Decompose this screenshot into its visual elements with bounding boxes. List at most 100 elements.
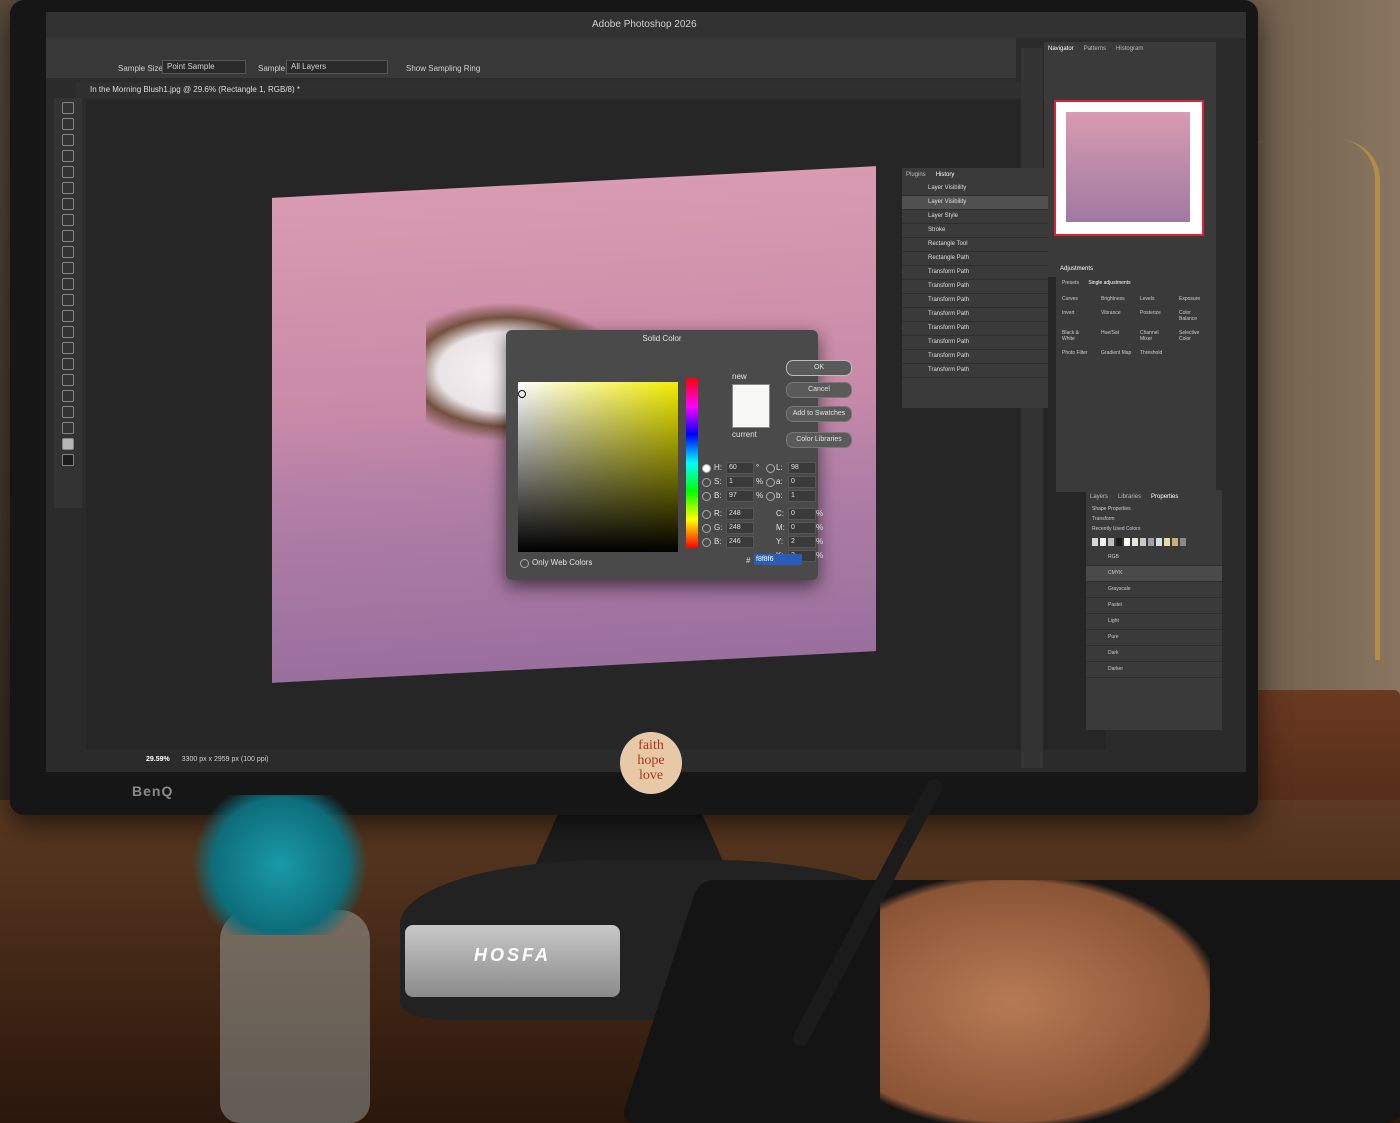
adjustment-item[interactable]: Hue/Sat [1101,330,1132,342]
stamp-tool-icon[interactable] [62,246,74,258]
swatch-group-dark[interactable]: Dark [1086,646,1222,662]
red-field[interactable]: 248 [726,508,754,520]
zoom-tool-icon[interactable] [62,422,74,434]
swatch-group-cmyk[interactable]: CMYK [1086,566,1222,582]
navigator-thumbnail[interactable] [1054,100,1204,236]
move-tool-icon[interactable] [62,102,74,114]
crop-tool-icon[interactable] [62,166,74,178]
background-color-swatch[interactable] [62,454,74,466]
blue-radio[interactable] [702,538,711,547]
adjustment-item[interactable]: Selective Color [1179,330,1210,342]
red-radio[interactable] [702,510,711,519]
tab-adjustments[interactable]: Adjustments [1060,266,1093,272]
history-item[interactable]: Transform Path [902,294,1048,308]
lightness-radio[interactable] [766,464,775,473]
hue-slider[interactable] [686,378,698,548]
recent-color-swatch[interactable] [1132,538,1138,546]
recent-color-swatch[interactable] [1100,538,1106,546]
document-tab[interactable]: In the Morning Blush1.jpg @ 29.6% (Recta… [76,82,1030,98]
history-item[interactable]: Transform Path [902,350,1048,364]
swatch-group-darker[interactable]: Darker [1086,662,1222,678]
foreground-color-swatch[interactable] [62,438,74,450]
hue-field[interactable]: 60 [726,462,754,474]
tab-patterns[interactable]: Patterns [1084,46,1106,52]
gradient-tool-icon[interactable] [62,294,74,306]
recent-color-swatch[interactable] [1164,538,1170,546]
healing-tool-icon[interactable] [62,214,74,226]
swatch-group-light[interactable]: Light [1086,614,1222,630]
a-radio[interactable] [766,478,775,487]
adjustment-item[interactable]: Invert [1062,310,1093,322]
b-radio[interactable] [766,492,775,501]
color-picker-cursor[interactable] [518,390,526,398]
adjustment-item[interactable]: Photo Filter [1062,350,1093,356]
hex-field[interactable]: f8f8f6 [754,554,802,565]
b-field[interactable]: 1 [788,490,816,502]
history-item[interactable]: Transform Path [902,280,1048,294]
a-field[interactable]: 0 [788,476,816,488]
zoom-level[interactable]: 29.59% [146,756,170,763]
history-brush-icon[interactable] [62,262,74,274]
recent-color-swatch[interactable] [1156,538,1162,546]
brightness-radio[interactable] [702,492,711,501]
saturation-field[interactable]: 1 [726,476,754,488]
adjustment-item[interactable]: Threshold [1140,350,1171,356]
frame-tool-icon[interactable] [62,182,74,194]
tab-plugins[interactable]: Plugins [906,172,926,178]
adjustment-item[interactable]: Brightness [1101,296,1132,302]
recent-color-swatch[interactable] [1116,538,1122,546]
brightness-field[interactable]: 97 [726,490,754,502]
quick-select-tool-icon[interactable] [62,150,74,162]
saturation-radio[interactable] [702,478,711,487]
dodge-tool-icon[interactable] [62,326,74,338]
history-item[interactable]: Transform Path [902,266,1048,280]
eraser-tool-icon[interactable] [62,278,74,290]
pen-tool-icon[interactable] [62,342,74,354]
history-item[interactable]: Transform Path [902,364,1048,378]
add-to-swatches-button[interactable]: Add to Swatches [786,406,852,422]
only-web-colors-checkbox[interactable] [520,559,529,568]
history-item[interactable]: Rectangle Path [902,252,1048,266]
green-field[interactable]: 248 [726,522,754,534]
history-item[interactable]: Rectangle Tool [902,238,1048,252]
adjustment-item[interactable]: Channel Mixer [1140,330,1171,342]
adjustment-item[interactable]: Levels [1140,296,1171,302]
tab-history[interactable]: History [936,172,955,178]
history-item[interactable]: Layer Style [902,210,1048,224]
hand-tool-icon[interactable] [62,406,74,418]
presets-label[interactable]: Presets [1062,280,1079,286]
swatch-group-pure[interactable]: Pure [1086,630,1222,646]
sampling-ring-checkbox[interactable]: Show Sampling Ring [406,64,480,73]
history-item[interactable]: Transform Path [902,308,1048,322]
history-item[interactable]: Stroke [902,224,1048,238]
history-item[interactable]: Transform Path [902,336,1048,350]
recent-color-swatch[interactable] [1140,538,1146,546]
history-item[interactable]: Layer Visibility [902,196,1048,210]
adjustment-item[interactable]: Posterize [1140,310,1171,322]
lasso-tool-icon[interactable] [62,134,74,146]
cyan-field[interactable]: 0 [788,508,816,520]
hue-radio[interactable] [702,464,711,473]
tab-libraries[interactable]: Libraries [1118,494,1141,500]
recent-color-swatch[interactable] [1172,538,1178,546]
adjustment-item[interactable]: Curves [1062,296,1093,302]
brush-tool-icon[interactable] [62,230,74,242]
adjustment-item[interactable]: Exposure [1179,296,1210,302]
history-item[interactable]: Layer Visibility [902,182,1048,196]
sample-select[interactable]: All Layers [286,60,388,74]
tab-properties[interactable]: Properties [1151,494,1178,500]
swatch-group-rgb[interactable]: RGB [1086,550,1222,566]
adjustment-item[interactable]: Gradient Map [1101,350,1132,356]
adjustment-item[interactable]: Black & White [1062,330,1093,342]
marquee-tool-icon[interactable] [62,118,74,130]
lightness-field[interactable]: 98 [788,462,816,474]
yellow-field[interactable]: 2 [788,536,816,548]
blue-field[interactable]: 246 [726,536,754,548]
history-item[interactable]: Transform Path [902,322,1048,336]
swatch-group-grayscale[interactable]: Grayscale [1086,582,1222,598]
magenta-field[interactable]: 0 [788,522,816,534]
tab-navigator[interactable]: Navigator [1048,46,1074,52]
blur-tool-icon[interactable] [62,310,74,322]
recent-color-swatch[interactable] [1180,538,1186,546]
recent-color-swatch[interactable] [1124,538,1130,546]
